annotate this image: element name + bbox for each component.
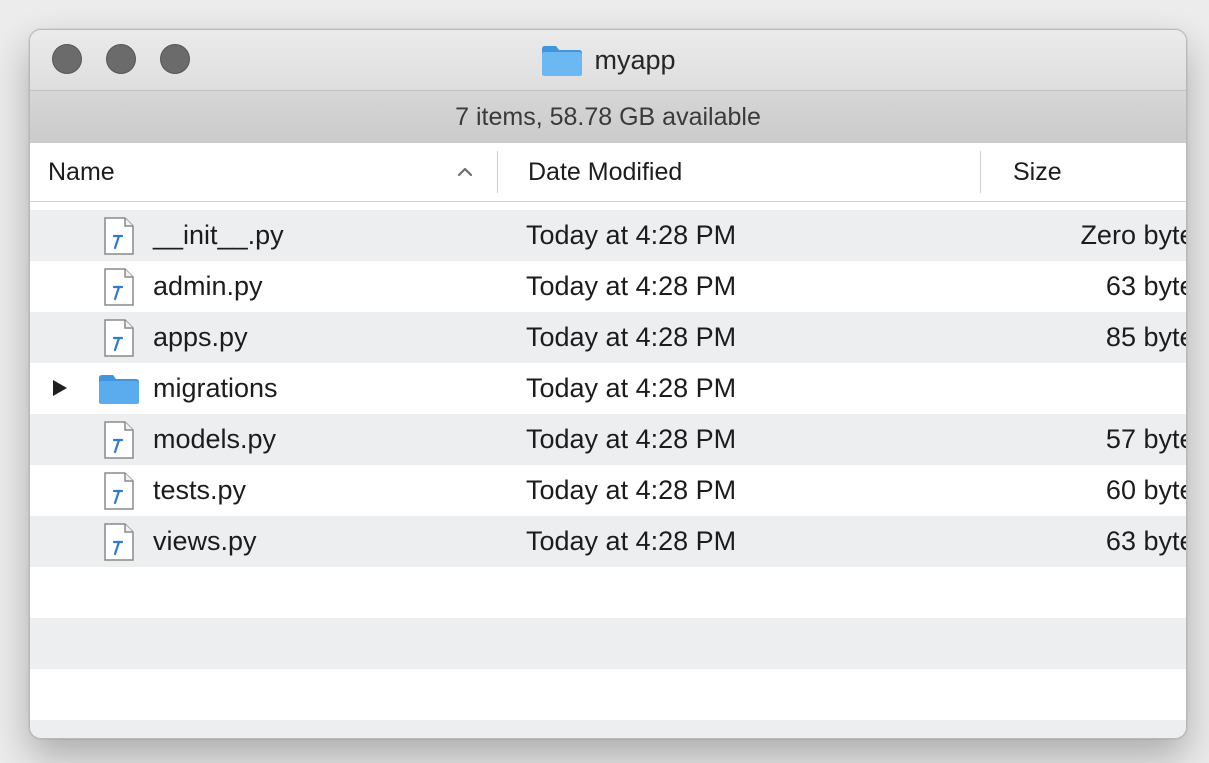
python-file-icon [104,318,134,357]
file-name: admin.py [153,271,263,301]
folder-icon [99,374,139,404]
python-file-icon [104,471,134,510]
empty-row [30,720,1186,738]
file-date-modified: Today at 4:28 PM [526,526,737,556]
window-title: myapp [30,30,1186,90]
file-name: apps.py [153,322,248,352]
column-header-name[interactable]: Name [48,143,115,201]
item-count-status: 7 items, 58.78 GB available [455,102,761,131]
file-name: views.py [153,526,257,556]
finder-window: myapp 7 items, 58.78 GB available Name D… [29,29,1187,739]
status-bar: 7 items, 58.78 GB available [30,90,1186,144]
file-row[interactable]: views.py Today at 4:28 PM 63 bytes [30,516,1186,567]
file-name: migrations [153,373,278,403]
empty-row [30,669,1186,720]
sort-ascending-icon[interactable] [452,159,478,185]
empty-row [30,567,1186,618]
file-size: 85 bytes [1105,322,1186,352]
file-size: 63 bytes [1105,526,1186,556]
file-row[interactable]: admin.py Today at 4:28 PM 63 bytes [30,261,1186,312]
empty-row [30,618,1186,669]
file-row[interactable]: __init__.py Today at 4:28 PM Zero bytes [30,210,1186,261]
file-size: Zero bytes [1080,220,1186,250]
python-file-icon [104,216,134,255]
column-header: Name Date Modified Size [30,143,1186,202]
window-title-text: myapp [594,44,676,75]
file-row[interactable]: tests.py Today at 4:28 PM 60 bytes [30,465,1186,516]
file-name: __init__.py [153,220,284,250]
file-date-modified: Today at 4:28 PM [526,220,737,250]
folder-icon [542,46,583,76]
file-name: models.py [153,424,277,454]
python-file-icon [104,267,134,306]
column-header-size[interactable]: Size [1013,143,1062,201]
column-divider[interactable] [980,151,981,193]
title-bar[interactable]: myapp [30,30,1186,90]
file-size: 57 bytes [1105,424,1186,454]
file-date-modified: Today at 4:28 PM [526,373,737,403]
file-date-modified: Today at 4:28 PM [526,424,737,454]
column-divider[interactable] [497,151,498,193]
file-name: tests.py [153,475,247,505]
file-size: 63 bytes [1105,271,1186,301]
disclosure-triangle-icon[interactable] [50,378,70,398]
file-date-modified: Today at 4:28 PM [526,475,737,505]
folder-row[interactable]: migrations Today at 4:28 PM -- [30,363,1186,414]
file-row[interactable]: models.py Today at 4:28 PM 57 bytes [30,414,1186,465]
file-list: __init__.py Today at 4:28 PM Zero bytes … [30,210,1186,738]
file-date-modified: Today at 4:28 PM [526,271,737,301]
python-file-icon [104,420,134,459]
python-file-icon [104,522,134,561]
file-size: 60 bytes [1105,475,1186,505]
file-row[interactable]: apps.py Today at 4:28 PM 85 bytes [30,312,1186,363]
file-date-modified: Today at 4:28 PM [526,322,737,352]
column-header-date-modified[interactable]: Date Modified [528,143,682,201]
